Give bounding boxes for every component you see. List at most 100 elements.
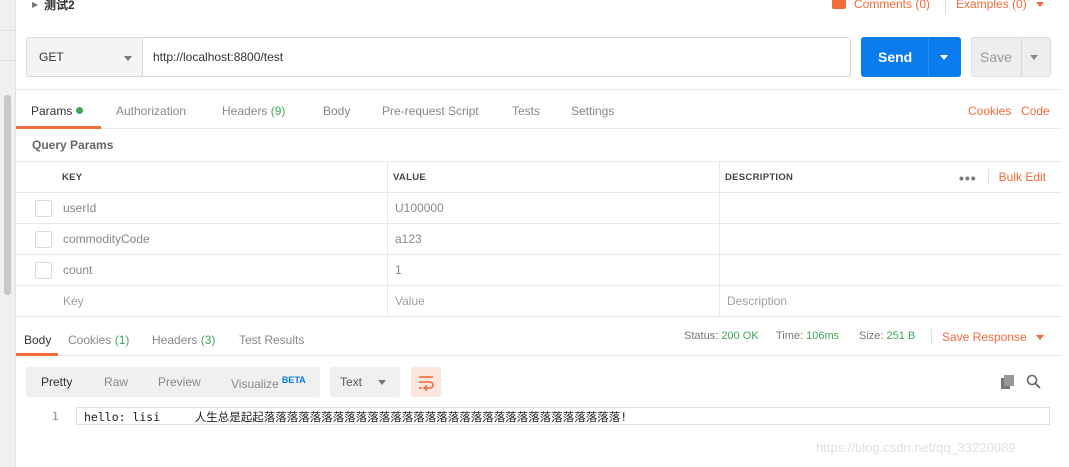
search-icon[interactable] — [1026, 374, 1041, 389]
tab-params-label: Params — [31, 104, 73, 118]
method-value: GET — [39, 50, 64, 64]
line-number: 1 — [52, 410, 59, 423]
send-options-chevron-icon[interactable] — [940, 55, 948, 60]
tab-response-body[interactable]: Body — [24, 333, 51, 347]
tab-authorization[interactable]: Authorization — [116, 104, 186, 118]
new-key-input[interactable]: Key — [63, 286, 84, 316]
cookies-count: (1) — [114, 333, 130, 347]
tab-response-cookies[interactable]: Cookies (1) — [68, 333, 129, 347]
save-options-chevron-icon[interactable] — [1030, 55, 1038, 60]
param-value[interactable]: 1 — [395, 255, 402, 285]
request-header-bar: ▶ 测试2 Comments (0) Examples (0) — [16, 0, 1069, 14]
scrollbar-thumb[interactable] — [4, 95, 11, 295]
chevron-down-icon[interactable] — [1036, 335, 1044, 340]
tab-response-headers[interactable]: Headers (3) — [152, 333, 215, 347]
send-label: Send — [878, 49, 913, 65]
query-params-title: Query Params — [32, 138, 114, 152]
divider — [0, 30, 16, 31]
visualize-label: Visualize — [231, 377, 279, 391]
send-button[interactable]: Send — [861, 37, 961, 77]
column-value: VALUE — [393, 171, 426, 183]
wrap-lines-button[interactable] — [411, 367, 441, 397]
param-checkbox[interactable] — [35, 200, 52, 217]
tab-test-results[interactable]: Test Results — [239, 333, 304, 347]
request-name: 测试2 — [44, 0, 75, 12]
tab-body[interactable]: Body — [323, 104, 350, 118]
comments-label: Comments (0) — [854, 0, 931, 11]
copy-icon[interactable] — [1001, 375, 1014, 389]
column-divider — [719, 255, 720, 285]
url-value: http://localhost:8800/test — [153, 50, 284, 64]
param-row: userId U100000 — [16, 193, 1062, 224]
param-value[interactable]: a123 — [395, 224, 422, 254]
url-input[interactable]: http://localhost:8800/test — [143, 37, 851, 77]
status-readout: Status: 200 OK — [684, 330, 759, 342]
cookies-link[interactable]: Cookies — [968, 104, 1011, 118]
view-raw[interactable]: Raw — [104, 375, 128, 389]
param-row: commodityCode a123 — [16, 224, 1062, 255]
status-value: 200 OK — [721, 330, 759, 342]
save-response-button[interactable]: Save Response — [942, 330, 1027, 344]
column-divider — [387, 286, 388, 316]
column-divider — [719, 224, 720, 254]
tab-tests[interactable]: Tests — [512, 104, 540, 118]
size-label: Size: — [859, 330, 884, 342]
size-value: 251 B — [886, 330, 916, 342]
param-checkbox[interactable] — [35, 262, 52, 279]
save-button[interactable]: Save — [971, 37, 1051, 77]
time-value: 106ms — [806, 330, 840, 342]
column-divider — [719, 193, 720, 223]
new-value-input[interactable]: Value — [395, 286, 425, 316]
format-value: Text — [340, 375, 363, 389]
divider — [988, 169, 989, 185]
new-description-input[interactable]: Description — [727, 286, 787, 316]
response-tabs: Body Cookies (1) Headers (3) Test Result… — [16, 325, 1062, 356]
comments-button[interactable]: Comments (0) — [832, 0, 930, 11]
code-link[interactable]: Code — [1021, 104, 1050, 118]
format-select[interactable]: Text — [330, 367, 400, 397]
watermark: https://blog.csdn.net/qq_33220089 — [816, 440, 1016, 455]
tab-headers-label: Headers — [222, 104, 268, 118]
active-dot-icon — [76, 107, 84, 114]
bulk-edit-link[interactable]: Bulk Edit — [999, 162, 1046, 192]
param-key[interactable]: count — [63, 255, 92, 285]
chevron-down-icon — [378, 380, 386, 385]
more-options-icon[interactable]: ••• — [959, 170, 977, 186]
tab-cookies-label: Cookies — [68, 333, 112, 347]
divider — [1021, 38, 1022, 76]
headers-count: (3) — [200, 333, 216, 347]
param-key[interactable]: userId — [63, 193, 96, 223]
comment-icon — [832, 0, 846, 9]
param-row: count 1 — [16, 255, 1062, 286]
request-tabs: Params Authorization Headers (9) Body Pr… — [16, 89, 1062, 129]
active-tab-indicator — [16, 353, 58, 356]
method-select[interactable]: GET — [26, 37, 143, 77]
param-value[interactable]: U100000 — [395, 193, 444, 223]
column-divider — [719, 286, 720, 316]
divider — [931, 329, 932, 345]
time-label: Time: — [776, 330, 804, 342]
expand-arrow-icon[interactable]: ▶ — [32, 0, 38, 9]
examples-button[interactable]: Examples (0) — [956, 0, 1027, 11]
chevron-down-icon[interactable] — [1036, 2, 1044, 7]
column-divider — [719, 162, 720, 192]
response-body-editor[interactable]: 1 hello: lisi 人生总是起起落落落落落落落落落落落落落落落落落落落落… — [16, 405, 1062, 467]
save-label: Save — [980, 49, 1012, 65]
view-preview[interactable]: Preview — [158, 375, 201, 389]
tab-headers[interactable]: Headers (9) — [222, 104, 285, 118]
tab-params[interactable]: Params — [31, 104, 84, 118]
tab-prerequest-script[interactable]: Pre-request Script — [382, 104, 479, 118]
status-label: Status: — [684, 330, 719, 342]
column-divider — [387, 193, 388, 223]
view-visualize[interactable]: Visualize BETA — [231, 375, 306, 391]
tab-settings[interactable]: Settings — [571, 104, 614, 118]
view-pretty[interactable]: Pretty — [41, 375, 72, 389]
wrap-icon — [419, 376, 434, 392]
column-description: DESCRIPTION — [725, 171, 794, 183]
params-header-row: KEY VALUE DESCRIPTION ••• Bulk Edit — [16, 161, 1062, 193]
response-line: hello: lisi 人生总是起起落落落落落落落落落落落落落落落落落落落落落落… — [84, 410, 628, 424]
param-key[interactable]: commodityCode — [63, 224, 150, 254]
param-checkbox[interactable] — [35, 231, 52, 248]
params-table: KEY VALUE DESCRIPTION ••• Bulk Edit user… — [16, 161, 1062, 317]
left-scroll-strip — [0, 0, 16, 467]
